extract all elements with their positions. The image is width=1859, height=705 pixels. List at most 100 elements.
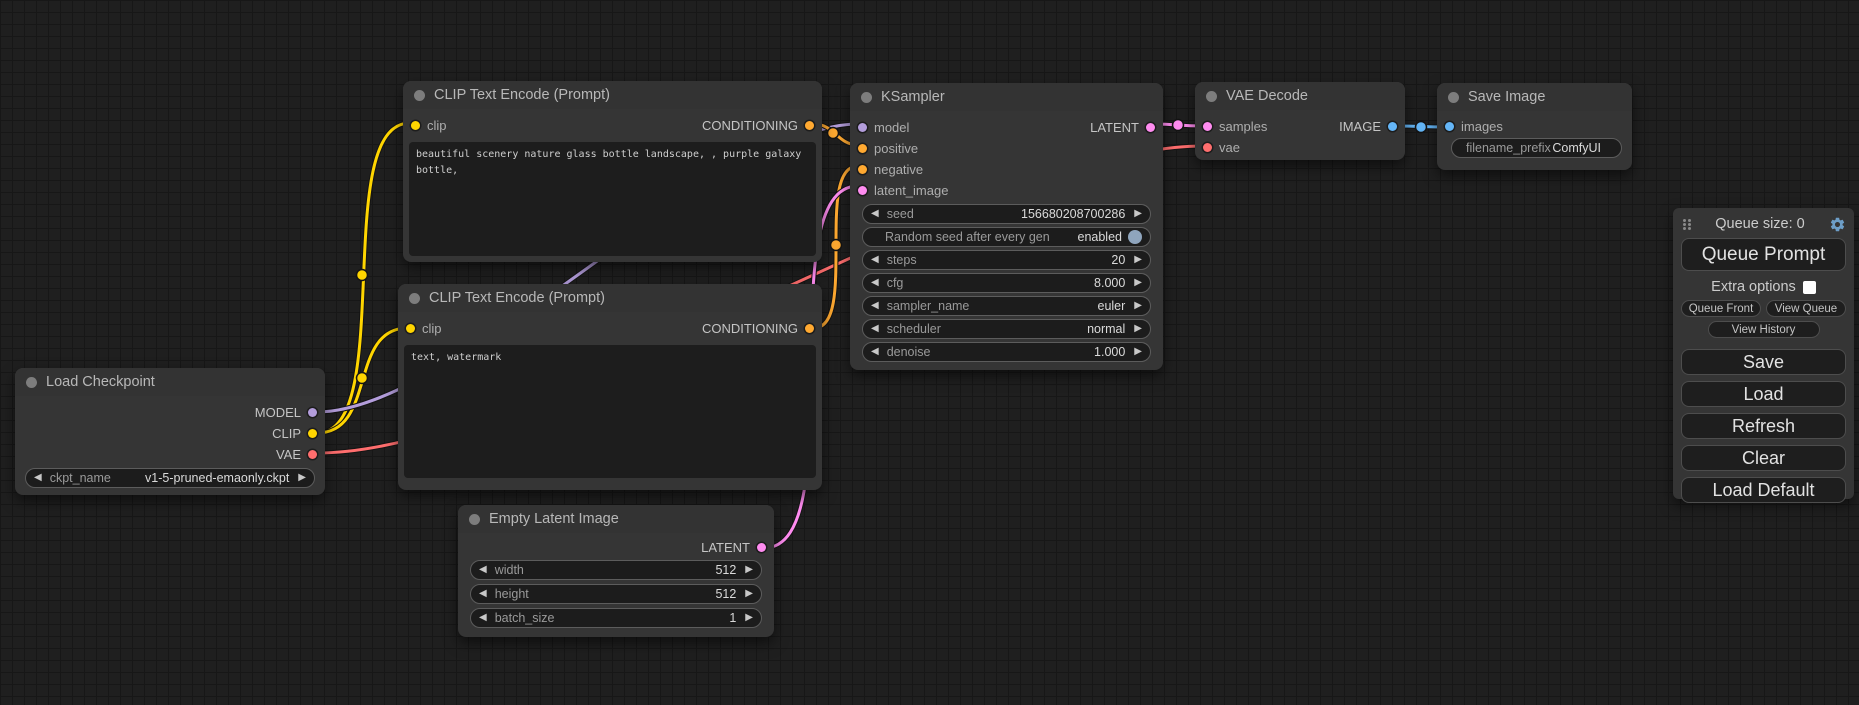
- image-port-dot[interactable]: [1388, 122, 1397, 131]
- filename-prefix-widget[interactable]: filename_prefix ComfyUI: [1451, 138, 1622, 158]
- arrow-right-icon[interactable]: ▶: [1134, 209, 1142, 219]
- input-vae: vae: [1203, 140, 1240, 155]
- link-dot[interactable]: [831, 240, 842, 251]
- node-clip-text-encode-negative[interactable]: CLIP Text Encode (Prompt) clip CONDITION…: [398, 284, 822, 490]
- height-widget[interactable]: ◀ height 512 ▶: [470, 584, 762, 604]
- menu-drag-handle[interactable]: [1683, 219, 1691, 230]
- seed-widget[interactable]: ◀ seed 156680208700286 ▶: [862, 204, 1151, 224]
- arrow-left-icon[interactable]: ◀: [871, 301, 879, 311]
- prompt-textarea[interactable]: text, watermark: [404, 345, 816, 478]
- arrow-left-icon[interactable]: ◀: [479, 589, 487, 599]
- input-samples: samples: [1203, 119, 1267, 134]
- arrow-right-icon[interactable]: ▶: [745, 565, 753, 575]
- comfy-menu-panel[interactable]: Queue size: 0 Queue Prompt Extra options…: [1673, 208, 1854, 499]
- arrow-left-icon[interactable]: ◀: [871, 209, 879, 219]
- node-title-bar[interactable]: Load Checkpoint: [15, 368, 325, 396]
- link-dot[interactable]: [357, 373, 368, 384]
- latent-port-dot[interactable]: [1146, 123, 1155, 132]
- conditioning-port-dot[interactable]: [858, 144, 867, 153]
- node-vae-decode[interactable]: VAE Decode samples IMAGE vae: [1195, 82, 1405, 160]
- denoise-widget[interactable]: ◀ denoise 1.000 ▶: [862, 342, 1151, 362]
- arrow-right-icon[interactable]: ▶: [298, 473, 306, 483]
- image-port-dot[interactable]: [1445, 122, 1454, 131]
- latent-port-dot[interactable]: [757, 543, 766, 552]
- latent-port-dot[interactable]: [1203, 122, 1212, 131]
- link-dot[interactable]: [1416, 122, 1427, 133]
- output-vae: VAE: [276, 447, 317, 462]
- scheduler-widget[interactable]: ◀ scheduler normal ▶: [862, 319, 1151, 339]
- width-widget[interactable]: ◀ width 512 ▶: [470, 560, 762, 580]
- arrow-right-icon[interactable]: ▶: [1134, 301, 1142, 311]
- random-seed-toggle-widget[interactable]: Random seed after every gen enabled: [862, 227, 1151, 247]
- clip-port-dot[interactable]: [406, 324, 415, 333]
- node-load-checkpoint[interactable]: Load Checkpoint MODEL CLIP VAE ◀ ckpt_na…: [15, 368, 325, 495]
- node-title-bar[interactable]: KSampler: [850, 83, 1163, 111]
- link-dot[interactable]: [1173, 120, 1184, 131]
- save-button[interactable]: Save: [1681, 349, 1846, 375]
- arrow-left-icon[interactable]: ◀: [34, 473, 42, 483]
- arrow-right-icon[interactable]: ▶: [1134, 347, 1142, 357]
- arrow-right-icon[interactable]: ▶: [745, 589, 753, 599]
- arrow-left-icon[interactable]: ◀: [871, 347, 879, 357]
- clip-port-dot[interactable]: [411, 121, 420, 130]
- arrow-left-icon[interactable]: ◀: [479, 565, 487, 575]
- conditioning-port-dot[interactable]: [805, 121, 814, 130]
- node-title-bar[interactable]: Empty Latent Image: [458, 505, 774, 533]
- load-button[interactable]: Load: [1681, 381, 1846, 407]
- vae-port-dot[interactable]: [308, 450, 317, 459]
- widget-label: scheduler: [887, 322, 941, 336]
- extra-options-checkbox[interactable]: [1803, 281, 1816, 294]
- node-title-bar[interactable]: CLIP Text Encode (Prompt): [403, 81, 822, 109]
- sampler-name-widget[interactable]: ◀ sampler_name euler ▶: [862, 296, 1151, 316]
- node-title-bar[interactable]: CLIP Text Encode (Prompt): [398, 284, 822, 312]
- node-title-bar[interactable]: VAE Decode: [1195, 82, 1405, 110]
- node-save-image[interactable]: Save Image images filename_prefix ComfyU…: [1437, 83, 1632, 170]
- batch-size-widget[interactable]: ◀ batch_size 1 ▶: [470, 608, 762, 628]
- queue-prompt-button[interactable]: Queue Prompt: [1681, 238, 1846, 271]
- arrow-right-icon[interactable]: ▶: [745, 613, 753, 623]
- arrow-right-icon[interactable]: ▶: [1134, 278, 1142, 288]
- view-queue-button[interactable]: View Queue: [1766, 300, 1846, 317]
- arrow-left-icon[interactable]: ◀: [479, 613, 487, 623]
- refresh-button[interactable]: Refresh: [1681, 413, 1846, 439]
- settings-gear-icon[interactable]: [1829, 216, 1846, 233]
- input-model: model: [858, 120, 909, 135]
- link-dot[interactable]: [357, 270, 368, 281]
- latent-port-dot[interactable]: [858, 186, 867, 195]
- collapse-dot[interactable]: [26, 377, 37, 388]
- collapse-dot[interactable]: [861, 92, 872, 103]
- clip-port-dot[interactable]: [308, 429, 317, 438]
- conditioning-port-dot[interactable]: [805, 324, 814, 333]
- arrow-left-icon[interactable]: ◀: [871, 255, 879, 265]
- node-title-bar[interactable]: Save Image: [1437, 83, 1632, 111]
- clear-button[interactable]: Clear: [1681, 445, 1846, 471]
- ckpt-name-widget[interactable]: ◀ ckpt_name v1-5-pruned-emaonly.ckpt ▶: [25, 468, 315, 488]
- conditioning-port-dot[interactable]: [858, 165, 867, 174]
- prompt-textarea[interactable]: beautiful scenery nature glass bottle la…: [409, 142, 816, 256]
- arrow-left-icon[interactable]: ◀: [871, 278, 879, 288]
- link-dot[interactable]: [828, 128, 839, 139]
- collapse-dot[interactable]: [414, 90, 425, 101]
- widget-label: steps: [887, 253, 917, 267]
- model-port-dot[interactable]: [858, 123, 867, 132]
- node-empty-latent-image[interactable]: Empty Latent Image LATENT ◀ width 512 ▶ …: [458, 505, 774, 637]
- comfyui-canvas[interactable]: { "icons": { "arrow_left": "◀", "arrow_r…: [0, 0, 1859, 705]
- collapse-dot[interactable]: [1448, 92, 1459, 103]
- node-clip-text-encode-positive[interactable]: CLIP Text Encode (Prompt) clip CONDITION…: [403, 81, 822, 262]
- load-default-button[interactable]: Load Default: [1681, 477, 1846, 503]
- cfg-widget[interactable]: ◀ cfg 8.000 ▶: [862, 273, 1151, 293]
- toggle-knob[interactable]: [1128, 230, 1142, 244]
- model-port-dot[interactable]: [308, 408, 317, 417]
- collapse-dot[interactable]: [469, 514, 480, 525]
- arrow-right-icon[interactable]: ▶: [1134, 255, 1142, 265]
- widget-label: cfg: [887, 276, 904, 290]
- queue-front-button[interactable]: Queue Front: [1681, 300, 1761, 317]
- view-history-button[interactable]: View History: [1708, 321, 1820, 338]
- vae-port-dot[interactable]: [1203, 143, 1212, 152]
- arrow-right-icon[interactable]: ▶: [1134, 324, 1142, 334]
- node-ksampler[interactable]: KSampler model LATENT positive negative …: [850, 83, 1163, 370]
- collapse-dot[interactable]: [1206, 91, 1217, 102]
- steps-widget[interactable]: ◀ steps 20 ▶: [862, 250, 1151, 270]
- collapse-dot[interactable]: [409, 293, 420, 304]
- arrow-left-icon[interactable]: ◀: [871, 324, 879, 334]
